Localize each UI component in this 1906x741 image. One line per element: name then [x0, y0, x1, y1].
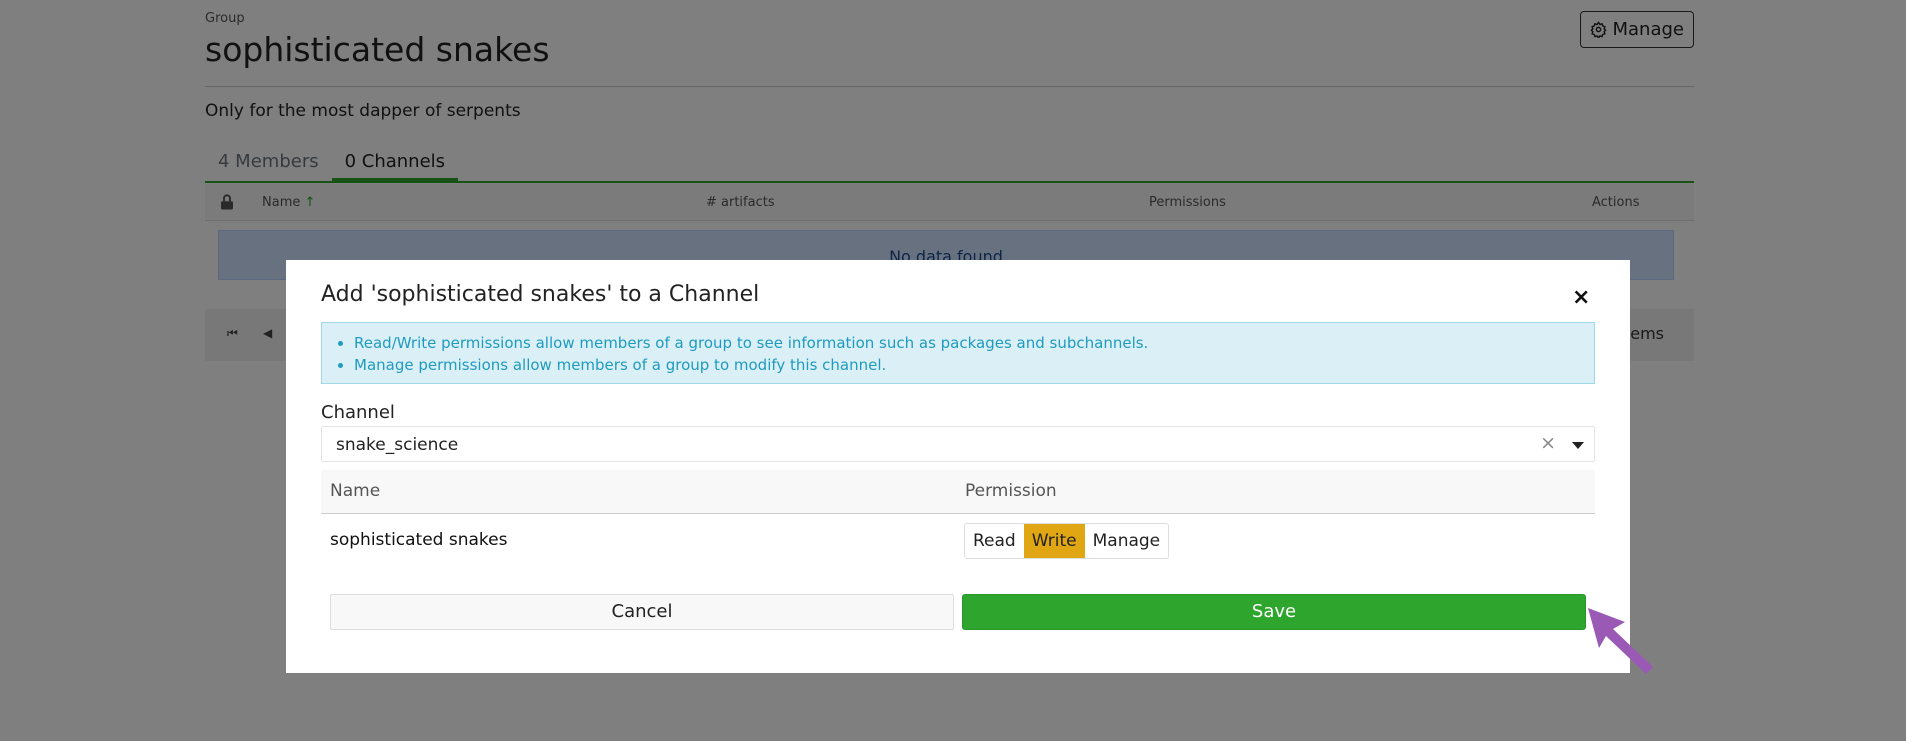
permission-table-header: Name Permission — [321, 470, 1595, 514]
info-item-manage: Manage permissions allow members of a gr… — [354, 354, 1148, 376]
channel-select[interactable]: snake_science × — [321, 426, 1595, 462]
permissions-info-box: Read/Write permissions allow members of … — [321, 322, 1595, 384]
permission-write-button[interactable]: Write — [1023, 524, 1085, 558]
channel-select-value: snake_science — [336, 435, 459, 455]
chevron-down-icon[interactable] — [1572, 442, 1584, 449]
permission-toggle-group: Read Write Manage — [964, 523, 1170, 559]
close-icon[interactable]: × — [1572, 285, 1590, 310]
cancel-button[interactable]: Cancel — [330, 594, 954, 630]
permission-manage-button[interactable]: Manage — [1084, 524, 1169, 558]
modal-title: Add 'sophisticated snakes' to a Channel — [321, 282, 760, 307]
column-header-name: Name — [330, 481, 381, 501]
channel-label: Channel — [321, 402, 395, 423]
column-header-permission: Permission — [965, 481, 1057, 501]
save-button[interactable]: Save — [962, 594, 1586, 630]
permission-read-button[interactable]: Read — [965, 524, 1024, 558]
table-row: sophisticated snakes Read Write Manage — [321, 514, 1595, 572]
permission-table: Name Permission sophisticated snakes Rea… — [321, 470, 1595, 572]
add-to-channel-modal: Add 'sophisticated snakes' to a Channel … — [286, 260, 1630, 673]
arrow-pointer-icon — [1588, 608, 1653, 674]
info-item-read-write: Read/Write permissions allow members of … — [354, 332, 1148, 354]
row-group-name: sophisticated snakes — [330, 530, 508, 550]
clear-icon[interactable]: × — [1540, 432, 1556, 454]
